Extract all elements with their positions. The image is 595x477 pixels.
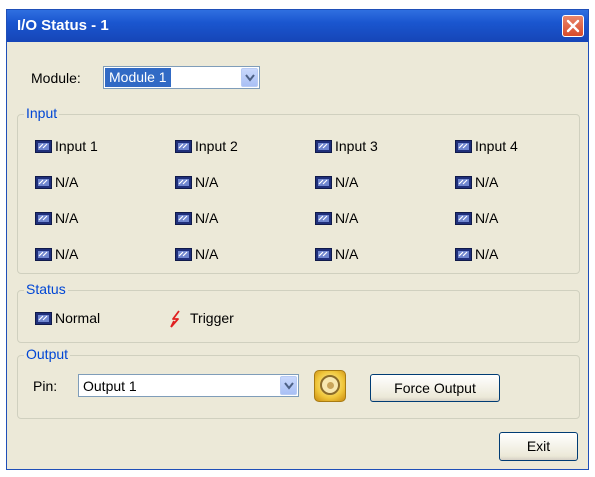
io-chip-icon [175, 248, 192, 261]
input-item-label: Input 1 [55, 138, 98, 154]
input-item-label: N/A [335, 174, 359, 190]
output-group: Output Pin: Output 1 Force Output [17, 346, 580, 419]
io-chip-icon [315, 248, 332, 261]
io-chip-icon [35, 312, 52, 325]
input-item-label: N/A [335, 246, 359, 262]
module-select[interactable]: Module 1 [103, 66, 260, 89]
input-item-label: Input 2 [195, 138, 238, 154]
input-item-label: N/A [55, 174, 79, 190]
io-chip-icon [455, 212, 472, 225]
status-group: Status Normal Trigger [17, 281, 580, 343]
module-dropdown-button[interactable] [241, 68, 258, 87]
output-group-legend: Output [24, 346, 71, 362]
input-item-label: N/A [195, 174, 219, 190]
io-chip-icon [315, 176, 332, 189]
title-bar[interactable]: I/O Status - 1 [7, 10, 588, 42]
io-chip-icon [315, 212, 332, 225]
io-chip-icon [35, 140, 52, 153]
exit-label: Exit [526, 438, 551, 454]
module-select-value: Module 1 [105, 68, 171, 87]
input-group: Input Input 1 Input 2 Input 3 Input 4 N/A N/A… [17, 105, 580, 274]
chevron-down-icon [284, 382, 294, 390]
pin-dropdown-button[interactable] [280, 376, 297, 395]
io-chip-icon [35, 176, 52, 189]
pin-label: Pin: [33, 378, 58, 394]
io-chip-icon [35, 212, 52, 225]
input-item-label: N/A [335, 210, 359, 226]
status-trigger-label: Trigger [190, 310, 234, 326]
force-output-button[interactable]: Force Output [370, 374, 500, 402]
input-item-label: N/A [195, 210, 219, 226]
lightning-icon [170, 310, 180, 328]
input-item-label: N/A [195, 246, 219, 262]
close-button[interactable] [562, 15, 584, 37]
pin-select[interactable]: Output 1 [78, 374, 299, 397]
input-group-legend: Input [24, 105, 60, 121]
input-item-label: N/A [475, 174, 499, 190]
close-icon [566, 19, 580, 33]
status-group-legend: Status [24, 281, 68, 297]
io-chip-icon [455, 248, 472, 261]
chevron-down-icon [245, 74, 255, 82]
input-item-label: Input 3 [335, 138, 378, 154]
window-title: I/O Status - 1 [17, 17, 109, 34]
input-item-label: Input 4 [475, 138, 518, 154]
io-chip-icon [175, 212, 192, 225]
pin-select-value: Output 1 [83, 378, 137, 394]
output-led-icon [314, 370, 346, 402]
io-chip-icon [455, 176, 472, 189]
status-normal-label: Normal [55, 310, 101, 326]
io-chip-icon [315, 140, 332, 153]
input-item-label: N/A [475, 246, 499, 262]
exit-button[interactable]: Exit [499, 432, 578, 461]
io-chip-icon [455, 140, 472, 153]
io-chip-icon [175, 140, 192, 153]
io-status-window: I/O Status - 1 Module: Module 1 Input In… [6, 9, 589, 470]
input-item-label: N/A [55, 246, 79, 262]
module-label: Module: [31, 70, 81, 86]
input-item-label: N/A [55, 210, 79, 226]
input-item-label: N/A [475, 210, 499, 226]
io-chip-icon [35, 248, 52, 261]
io-chip-icon [175, 176, 192, 189]
force-output-label: Force Output [394, 380, 476, 396]
